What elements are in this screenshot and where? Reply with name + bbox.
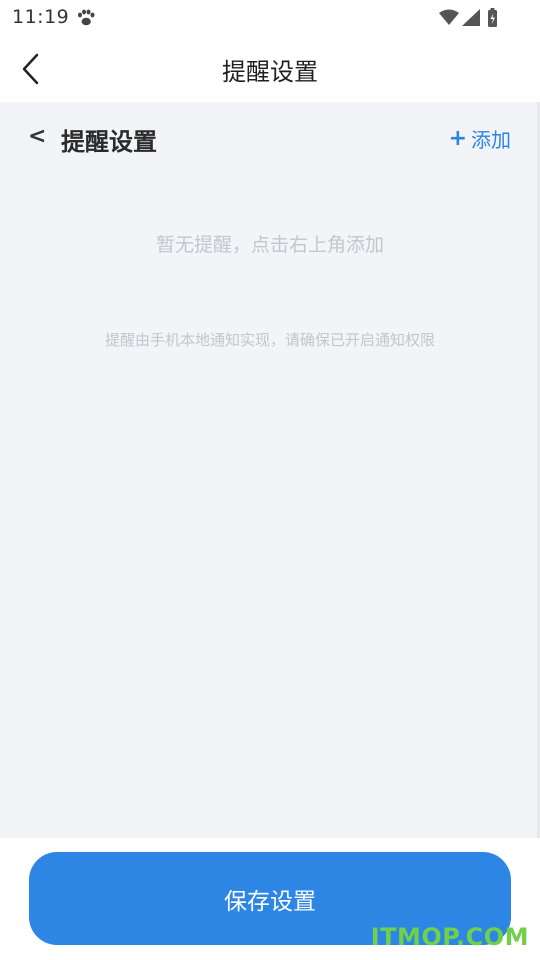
status-right-icons xyxy=(439,8,497,27)
section-title: 提醒设置 xyxy=(61,128,157,156)
signal-icon xyxy=(462,9,480,26)
add-label: 添加 xyxy=(471,128,511,152)
empty-state-message: 暂无提醒，点击右上角添加 xyxy=(155,234,384,256)
plus-icon: + xyxy=(448,126,467,151)
wifi-icon xyxy=(439,9,459,25)
paw-icon xyxy=(78,9,95,26)
page-title: 提醒设置 xyxy=(222,58,318,86)
section-back-button[interactable]: < xyxy=(28,124,46,149)
battery-charging-icon xyxy=(488,8,497,27)
watermark: ITMOP.COM xyxy=(370,923,529,951)
add-reminder-button[interactable]: + 添加 xyxy=(449,124,511,153)
notification-hint: 提醒由手机本地通知实现，请确保已开启通知权限 xyxy=(104,331,435,349)
app-header: 提醒设置 xyxy=(0,36,540,102)
status-time: 11:19 xyxy=(12,6,70,28)
status-bar: 11:19 xyxy=(0,0,540,36)
reminder-content: < 提醒设置 + 添加 暂无提醒，点击右上角添加 提醒由手机本地通知实现，请确保… xyxy=(0,102,540,838)
